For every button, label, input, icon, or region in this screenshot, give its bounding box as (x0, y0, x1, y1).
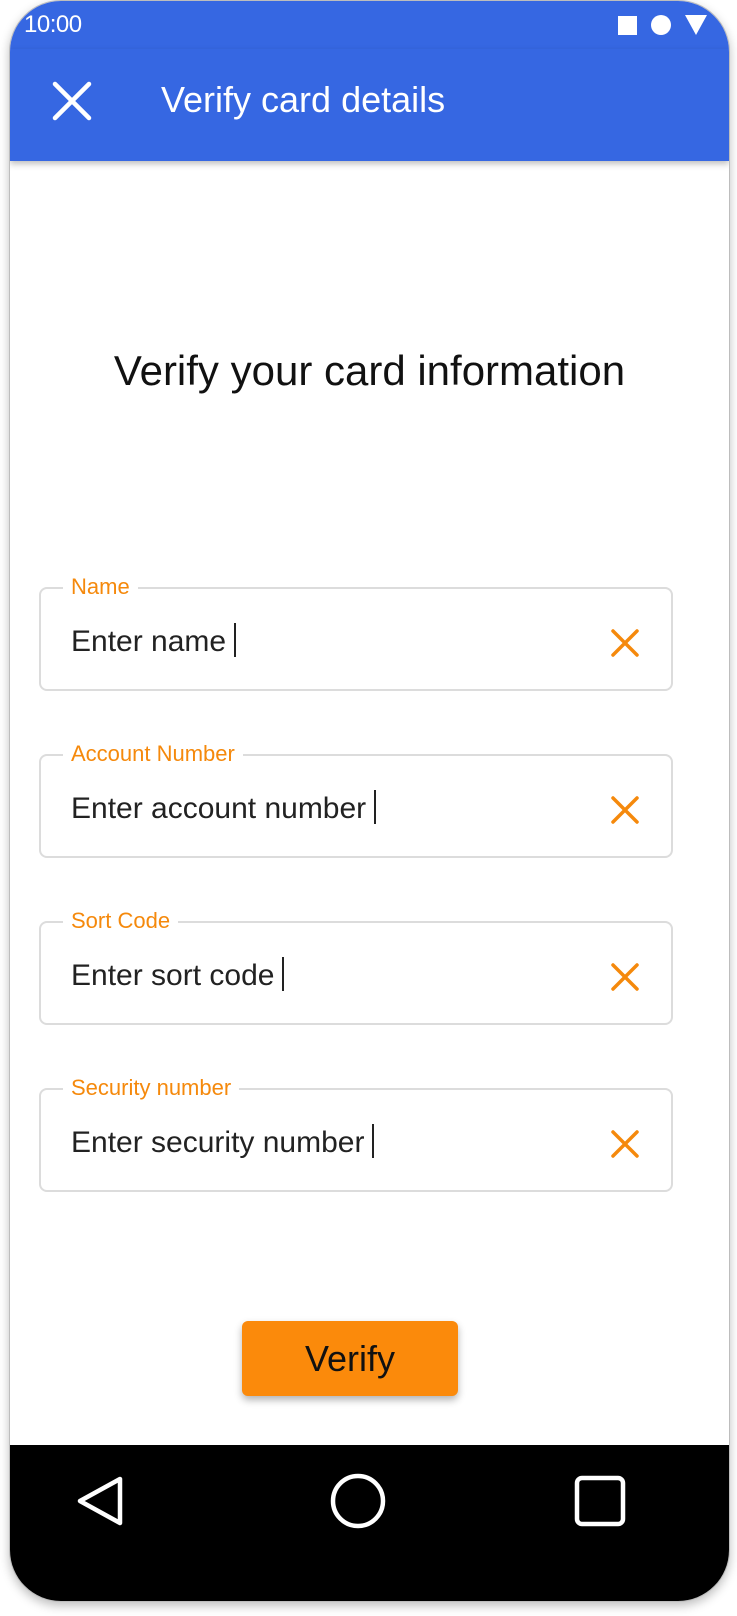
recents-square-icon (574, 1475, 626, 1527)
clear-icon (611, 796, 639, 824)
sort-code-field[interactable]: Sort Code Enter sort code (39, 906, 673, 1025)
security-number-field[interactable]: Security number Enter security number (39, 1073, 673, 1192)
status-icons (618, 15, 707, 35)
account-number-field-label: Account Number (63, 739, 243, 769)
name-input[interactable]: Enter name (71, 623, 237, 660)
text-caret (374, 790, 377, 824)
clear-icon (611, 629, 639, 657)
sort-code-input[interactable]: Enter sort code (71, 957, 285, 994)
status-time: 10:00 (24, 11, 82, 38)
name-field[interactable]: Name Enter name (39, 572, 673, 691)
clear-name-button[interactable] (605, 623, 645, 663)
triangle-icon (685, 15, 707, 35)
close-button[interactable] (44, 73, 100, 129)
page-heading: Verify your card information (113, 347, 626, 394)
back-button[interactable] (68, 1469, 132, 1533)
account-number-input[interactable]: Enter account number (71, 790, 377, 827)
back-triangle-icon (77, 1476, 123, 1526)
security-number-input-text: Enter security number (71, 1126, 365, 1159)
clear-account-number-button[interactable] (605, 790, 645, 830)
clear-security-number-button[interactable] (605, 1124, 645, 1164)
home-button[interactable] (326, 1469, 390, 1533)
text-caret (234, 623, 237, 657)
navigation-bar (10, 1445, 729, 1601)
circle-icon (651, 15, 671, 35)
text-caret (372, 1124, 375, 1158)
account-number-field[interactable]: Account Number Enter account number (39, 739, 673, 858)
sort-code-field-label: Sort Code (63, 906, 179, 936)
security-number-field-label: Security number (63, 1073, 240, 1103)
clear-icon (611, 963, 639, 991)
square-icon (618, 15, 637, 35)
status-bar: 10:00 (10, 1, 729, 49)
phone-frame: 10:00 Verify card details Verify your ca… (9, 0, 730, 1602)
sort-code-input-text: Enter sort code (71, 959, 275, 992)
app-bar-title: Verify card details (161, 79, 446, 120)
text-caret (282, 957, 285, 991)
name-field-label: Name (63, 572, 138, 602)
app-bar: Verify card details (10, 49, 729, 161)
verify-button[interactable]: Verify (242, 1321, 458, 1396)
account-number-input-text: Enter account number (71, 792, 367, 825)
clear-icon (611, 1130, 639, 1158)
close-icon (52, 81, 92, 121)
recents-button[interactable] (568, 1469, 632, 1533)
name-input-text: Enter name (71, 625, 227, 658)
home-circle-icon (330, 1473, 386, 1529)
security-number-input[interactable]: Enter security number (71, 1124, 375, 1161)
clear-sort-code-button[interactable] (605, 957, 645, 997)
